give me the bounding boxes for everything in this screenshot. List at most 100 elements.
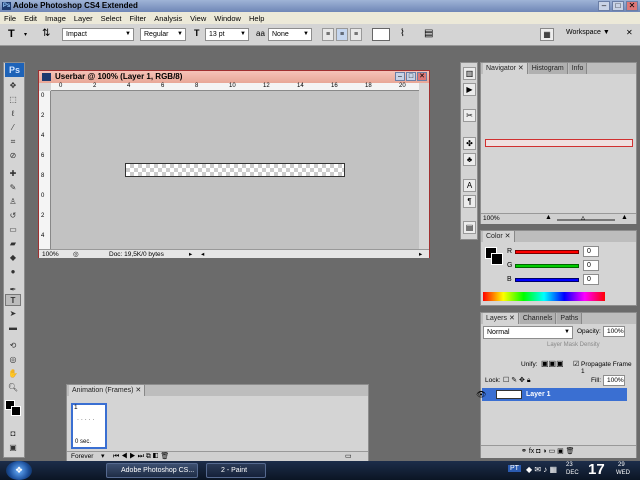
layer-name[interactable]: Layer 1 [526,388,551,401]
scroll-right-arrow-icon[interactable]: ▸ [419,250,422,259]
quick-selection-tool-icon[interactable]: ⁄ [5,122,21,134]
zoom-out-icon[interactable]: ▲ [545,214,552,221]
align-center-button[interactable]: ≡ [336,28,348,41]
character-panel-icon[interactable]: ▤ [424,28,433,39]
blend-mode-select[interactable]: Normal ▼ [483,326,573,339]
type-tool-icon[interactable]: T [8,28,15,40]
brush-tool-icon[interactable]: ✎ [5,182,21,194]
quick-mask-icon[interactable]: ◘ [5,428,21,440]
background-color-swatch[interactable] [11,406,21,416]
menu-file[interactable]: File [4,14,16,23]
menu-select[interactable]: Select [101,14,122,23]
actions-panel-icon[interactable]: ▶ [463,83,476,96]
status-menu-arrow-icon[interactable]: ▸ [189,250,192,259]
minimize-button[interactable]: – [598,1,610,11]
layer-row[interactable]: 👁︎ Layer 1 [476,388,627,401]
gradient-tool-icon[interactable]: ▰ [5,238,21,250]
maximize-button[interactable]: □ [612,1,624,11]
convert-to-timeline-icon[interactable]: ▭ [345,452,352,460]
lock-icons[interactable]: ☐ ✎ ✥ 🔒︎ [503,376,531,385]
blur-tool-icon[interactable]: ◆ [5,252,21,264]
green-slider[interactable] [515,264,579,268]
path-selection-tool-icon[interactable]: ➤ [5,308,21,320]
workspace-icon[interactable]: ▦ [540,28,554,41]
red-slider[interactable] [515,250,579,254]
hand-tool-icon[interactable]: ✋ [5,368,21,380]
tab-info[interactable]: Info [568,63,588,74]
workspace-menu[interactable]: Workspace ▼ [566,29,610,36]
move-tool-icon[interactable]: ✥ [5,80,21,92]
align-right-button[interactable]: ≡ [350,28,362,41]
dodge-tool-icon[interactable]: ● [5,266,21,278]
menu-help[interactable]: Help [249,14,264,23]
tab-channels[interactable]: Channels [519,313,557,324]
link-layers-icon[interactable]: ⚭ [521,448,529,455]
start-button[interactable]: ❖ [6,461,32,480]
tab-color[interactable]: Color ✕ [483,231,515,242]
tool-presets-icon[interactable]: ✂ [463,109,476,122]
fill-input[interactable]: 100% [603,375,625,386]
crop-tool-icon[interactable]: ⌗ [5,136,21,148]
zoom-level[interactable]: 100% [42,250,59,259]
font-size-select[interactable]: 13 pt ▼ [205,28,249,41]
zoom-tool-icon[interactable]: 🔍︎ [5,382,21,394]
green-value-input[interactable]: 0 [583,260,599,271]
lasso-tool-icon[interactable]: ℓ [5,108,21,120]
color-spectrum-bar[interactable] [483,292,605,301]
document-window[interactable]: Userbar @ 100% (Layer 1, RGB/8) – □ ✕ 0 … [38,70,430,258]
language-indicator[interactable]: PT [508,465,521,472]
zoom-slider[interactable] [557,219,615,221]
menu-layer[interactable]: Layer [74,14,93,23]
tool-preset-chevron-icon[interactable]: ▾ [24,31,27,38]
userbar-canvas[interactable] [125,163,345,177]
fx-icon[interactable]: fx [529,448,534,455]
doc-minimize-button[interactable]: – [395,72,405,81]
loop-chevron-down-icon[interactable]: ▾ [101,452,105,460]
unify-icons[interactable]: ▣▣▣ [541,359,564,368]
red-value-input[interactable]: 0 [583,246,599,257]
horizontal-ruler[interactable]: 0 2 4 6 8 10 12 14 16 18 20 [51,83,419,91]
clock-hour[interactable]: 17 [588,461,605,478]
tab-animation[interactable]: Animation (Frames) ✕ [69,385,146,396]
text-color-swatch[interactable] [372,28,390,41]
loop-select[interactable]: Forever [71,453,93,460]
healing-brush-tool-icon[interactable]: ✚ [5,168,21,180]
history-brush-tool-icon[interactable]: ↺ [5,210,21,222]
navigator-zoom[interactable]: 100% [483,215,500,222]
vertical-ruler[interactable]: 0 2 4 6 8 0 2 4 [39,91,51,249]
brushes-panel-icon[interactable]: ✤ [463,137,476,150]
navigator-preview[interactable] [485,139,633,147]
tab-navigator[interactable]: Navigator ✕ [483,63,528,74]
opacity-input[interactable]: 100% [603,326,625,337]
doc-close-button[interactable]: ✕ [417,72,427,81]
type-tool-button-icon[interactable]: T [5,294,21,306]
document-title-bar[interactable]: Userbar @ 100% (Layer 1, RGB/8) [39,71,429,83]
frame-delay[interactable]: 0 sec. [75,439,91,445]
menu-image[interactable]: Image [45,14,66,23]
menu-edit[interactable]: Edit [24,14,37,23]
document-info[interactable]: Doc: 19,5K/0 bytes [109,250,164,259]
zoom-in-icon[interactable]: ▲ [621,214,628,221]
align-left-button[interactable]: ≡ [322,28,334,41]
font-family-select[interactable]: Impact ▼ [62,28,134,41]
menu-analysis[interactable]: Analysis [154,14,182,23]
history-panel-icon[interactable]: ▥ [463,67,476,80]
warp-text-icon[interactable]: ⌇ [400,28,405,39]
blue-slider[interactable] [515,278,579,282]
paragraph-panel-icon[interactable]: ¶ [463,195,476,208]
blue-value-input[interactable]: 0 [583,274,599,285]
3d-rotate-tool-icon[interactable]: ⟲ [5,340,21,352]
close-button[interactable]: ✕ [626,1,638,11]
clone-stamp-tool-icon[interactable]: ♙ [5,196,21,208]
tab-layers[interactable]: Layers ✕ [483,313,519,324]
marquee-tool-icon[interactable]: ⬚ [5,94,21,106]
scroll-left-arrow-icon[interactable]: ◂ [201,250,204,259]
zoom-slider-thumb[interactable]: ▵ [581,213,585,222]
text-orientation-icon[interactable]: ⇅ [42,28,50,39]
shape-tool-icon[interactable]: ▬ [5,322,21,334]
menu-filter[interactable]: Filter [130,14,147,23]
color-bg-swatch[interactable] [491,253,503,265]
tray-icons[interactable]: ◆ ✉ ♪ ▦ [526,465,557,474]
menu-view[interactable]: View [190,14,206,23]
layer-footer-icons[interactable]: ◘ ◑ ▭ ▣ 🗑︎ [536,448,574,455]
